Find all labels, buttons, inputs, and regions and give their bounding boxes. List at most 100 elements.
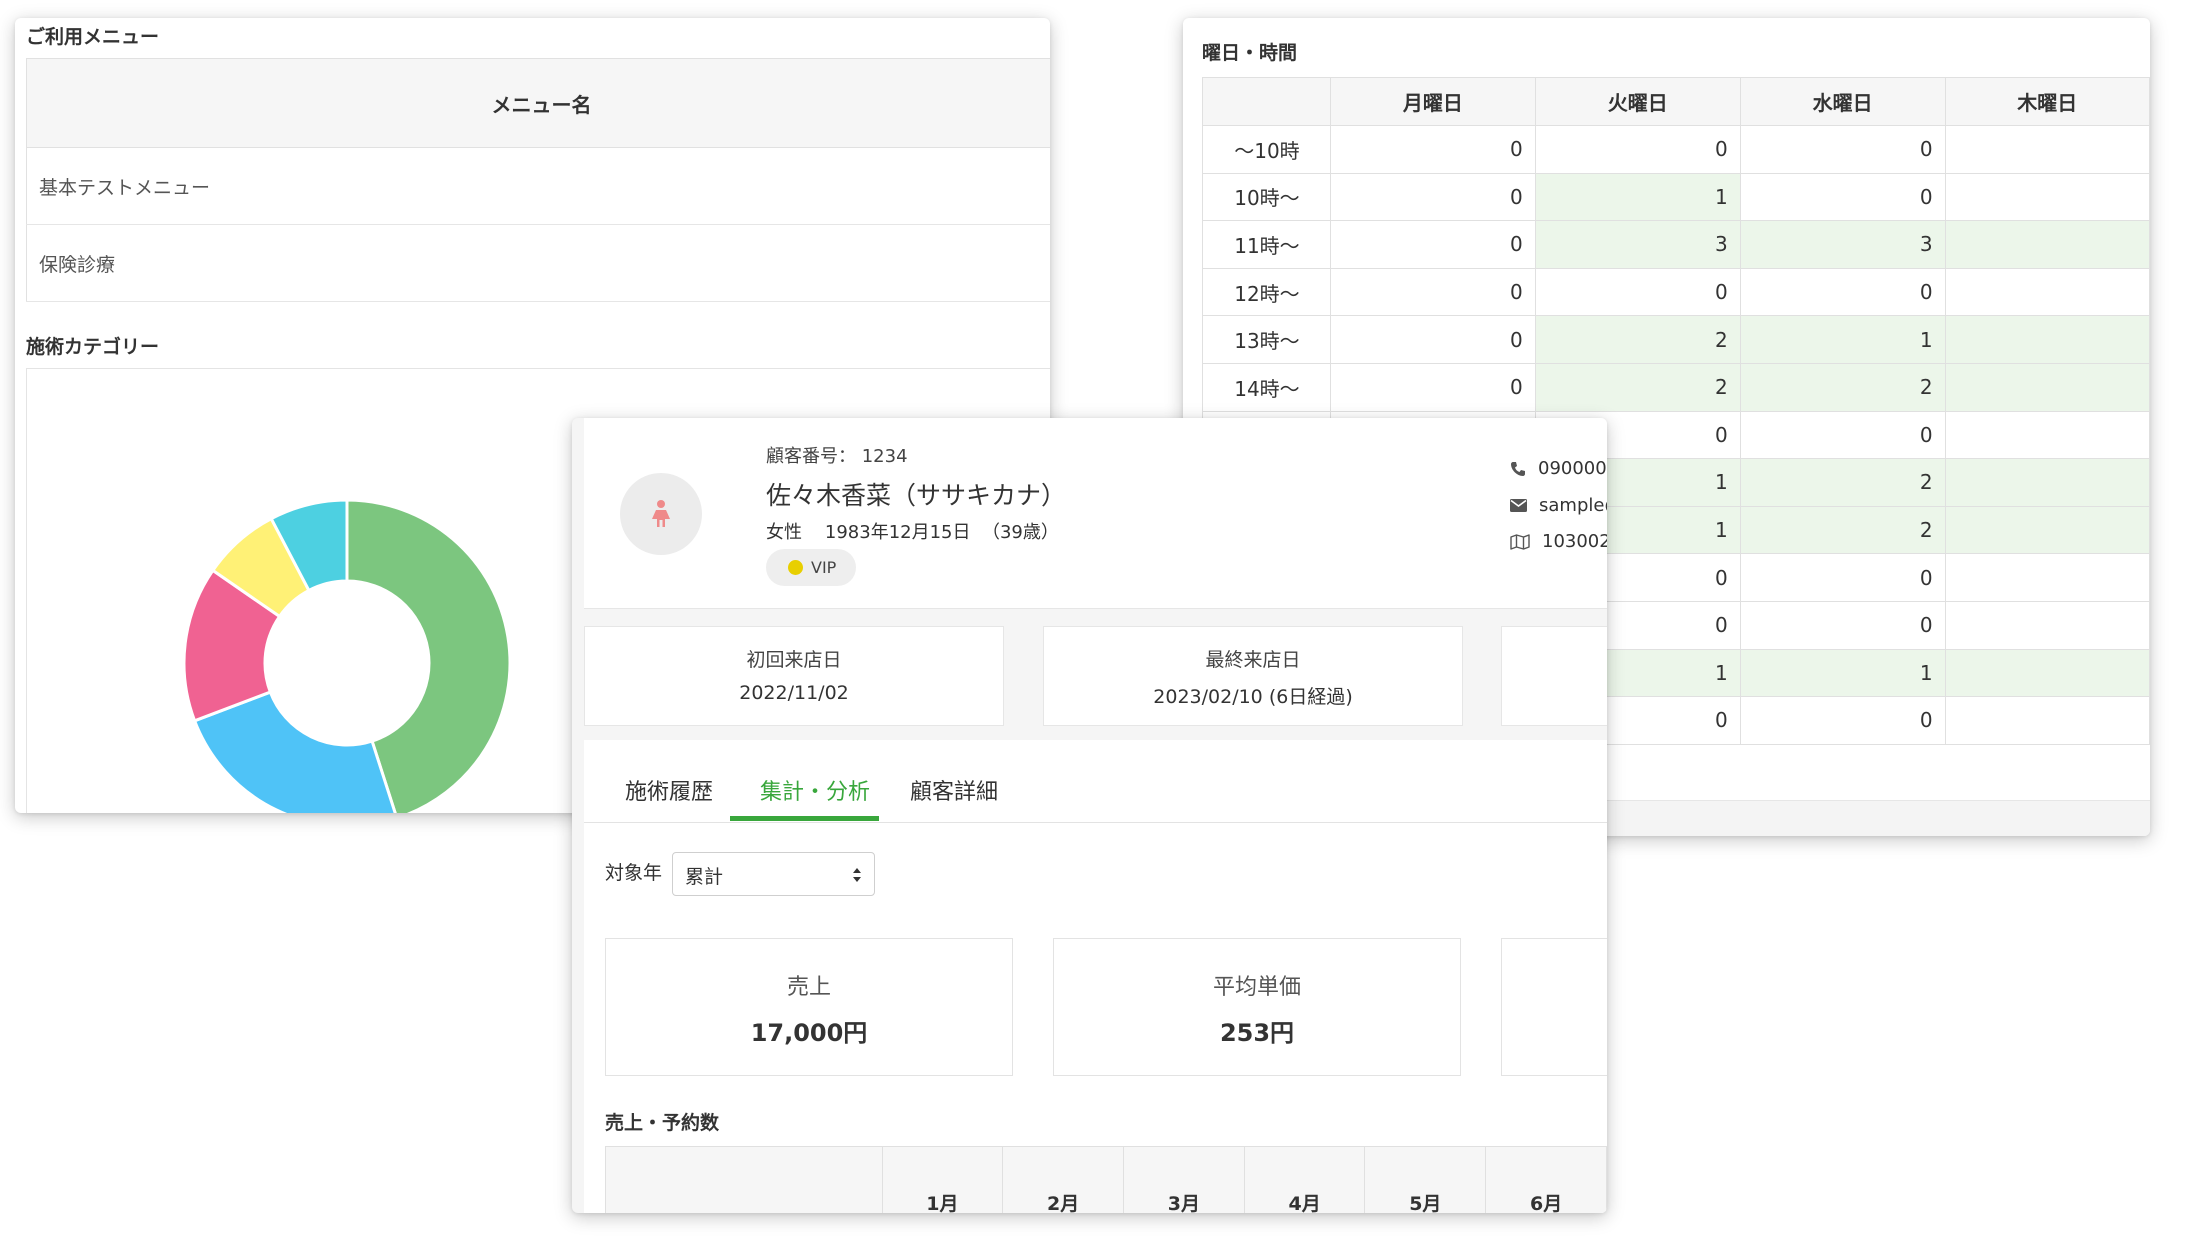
- time-slot-label: 14時〜: [1202, 362, 1331, 412]
- table-row: 14時〜 0 2 2: [1202, 362, 2150, 412]
- time-slot-label: 11時〜: [1202, 220, 1331, 269]
- time-slot-label: 12時〜: [1202, 267, 1331, 317]
- weekday-section-title: 曜日・時間: [1202, 42, 1298, 64]
- count-cell: [1944, 696, 2150, 745]
- count-cell: 0: [1534, 125, 1741, 174]
- status-badge: VIP: [766, 549, 857, 586]
- year-select[interactable]: 累計: [672, 852, 875, 896]
- month-header: 6月: [1485, 1146, 1607, 1213]
- badge-dot-icon: [788, 560, 803, 575]
- col-header-tuesday: 火曜日: [1534, 77, 1741, 126]
- count-cell: [1944, 315, 2150, 364]
- menu-section-title: ご利用メニュー: [26, 26, 160, 48]
- visit-count-box: [1501, 626, 1607, 726]
- year-filter-label: 対象年: [605, 862, 663, 884]
- customer-number-value: 1234: [861, 446, 908, 467]
- last-visit-label: 最終来店日: [1205, 649, 1301, 671]
- table-row: 10時〜 0 1 0: [1202, 172, 2150, 222]
- count-cell: 0: [1739, 267, 1946, 317]
- menu-name-header: メニュー名: [26, 58, 1050, 148]
- category-section-title: 施術カテゴリー: [26, 336, 160, 358]
- menu-name-cell: 保険診療: [26, 224, 1050, 302]
- customer-birthday: 1983年12月15日: [824, 522, 971, 543]
- table-row: 13時〜 0 2 1: [1202, 315, 2150, 364]
- count-cell: [1944, 600, 2150, 650]
- email-address[interactable]: sample@: [1539, 495, 1607, 516]
- phone-number[interactable]: 0900000: [1538, 458, 1607, 479]
- table-row: 基本テストメニュー: [26, 147, 1050, 225]
- count-cell: 0: [1739, 600, 1946, 650]
- tab-analysis[interactable]: 集計・分析: [760, 774, 870, 806]
- count-cell: 0: [1329, 125, 1536, 174]
- customer-age: （39歳）: [981, 522, 1059, 543]
- average-price-box: 平均単価 253円: [1053, 938, 1461, 1076]
- badge-label: VIP: [811, 558, 837, 577]
- select-arrows-icon: [853, 868, 861, 882]
- table-row: 〜10時 0 0 0: [1202, 125, 2150, 174]
- count-cell: 1: [1739, 315, 1946, 364]
- sales-value: 17,000円: [750, 1019, 868, 1047]
- active-tab-indicator: [730, 816, 879, 821]
- count-cell: 0: [1329, 220, 1536, 269]
- count-cell: 0: [1329, 315, 1536, 364]
- count-cell: [1944, 553, 2150, 602]
- tab-treatment-history[interactable]: 施術履歴: [625, 774, 713, 806]
- first-visit-box: 初回来店日 2022/11/02: [584, 626, 1004, 726]
- count-cell: [1944, 410, 2150, 460]
- count-cell: 0: [1739, 553, 1946, 602]
- envelope-icon: [1510, 499, 1527, 512]
- count-cell: 2: [1534, 315, 1741, 364]
- count-cell: [1944, 362, 2150, 412]
- corner-header: [1202, 77, 1331, 126]
- table-row: 保険診療: [26, 224, 1050, 302]
- average-price-label: 平均単価: [1212, 975, 1301, 1000]
- count-cell: 0: [1534, 267, 1741, 317]
- count-cell: 0: [1739, 410, 1946, 460]
- customer-profile: 顧客番号： 1234 佐々木香菜（ササキカナ） 女性 1983年12月15日 （…: [584, 418, 1607, 609]
- first-visit-value: 2022/11/02: [739, 682, 849, 704]
- menu-table: メニュー名 基本テストメニュー 保険診療: [26, 58, 1050, 302]
- map-icon: [1510, 533, 1530, 550]
- month-header: 4月: [1243, 1146, 1366, 1213]
- female-icon: [652, 500, 670, 527]
- col-header-wednesday: 水曜日: [1739, 77, 1946, 126]
- count-cell: 2: [1739, 458, 1946, 507]
- count-cell: 0: [1329, 362, 1536, 412]
- last-visit-box: 最終来店日 2023/02/10 (6日経過): [1043, 626, 1463, 726]
- count-cell: [1944, 220, 2150, 269]
- count-cell: 2: [1739, 362, 1946, 412]
- time-slot-label: 〜10時: [1202, 125, 1331, 174]
- count-cell: [1944, 172, 2150, 222]
- menu-name-cell: 基本テストメニュー: [26, 147, 1050, 225]
- month-header: 1月: [881, 1146, 1004, 1213]
- table-row: 12時〜 0 0 0: [1202, 267, 2150, 317]
- phone-icon: [1511, 461, 1525, 476]
- customer-number: 顧客番号： 1234: [766, 442, 908, 468]
- tab-bar: 施術履歴 集計・分析 顧客詳細: [584, 740, 1607, 823]
- count-cell: [1944, 125, 2150, 174]
- customer-attributes: 女性 1983年12月15日 （39歳）: [766, 518, 1059, 544]
- customer-gender: 女性: [766, 522, 802, 543]
- count-cell: [1944, 505, 2150, 555]
- month-header: 2月: [1002, 1146, 1124, 1213]
- customer-name: 佐々木香菜（ササキカナ）: [766, 481, 1067, 510]
- address-row: 103002: [1510, 531, 1607, 552]
- count-cell: 2: [1739, 505, 1946, 555]
- col-header-thursday: 木曜日: [1944, 77, 2150, 126]
- table-row: 11時〜 0 3 3: [1202, 220, 2150, 269]
- corner-header: [605, 1146, 883, 1213]
- month-header: 5月: [1364, 1146, 1487, 1213]
- count-cell: 3: [1739, 220, 1946, 269]
- customer-detail-panel: 顧客番号： 1234 佐々木香菜（ササキカナ） 女性 1983年12月15日 （…: [572, 418, 1607, 1213]
- customer-number-label: 顧客番号：: [766, 446, 856, 467]
- count-cell: 2: [1534, 362, 1741, 412]
- summary-box-third: [1501, 938, 1607, 1076]
- count-cell: 0: [1739, 125, 1946, 174]
- tab-customer-details[interactable]: 顧客詳細: [910, 774, 998, 806]
- time-slot-label: 10時〜: [1202, 172, 1331, 222]
- last-visit-value: 2023/02/10 (6日経過): [1153, 686, 1353, 708]
- sales-summary-box: 売上 17,000円: [605, 938, 1013, 1076]
- monthly-sales-table: 1月 2月 3月 4月 5月 6月: [605, 1146, 1607, 1213]
- count-cell: 3: [1534, 220, 1741, 269]
- count-cell: 1: [1739, 648, 1946, 698]
